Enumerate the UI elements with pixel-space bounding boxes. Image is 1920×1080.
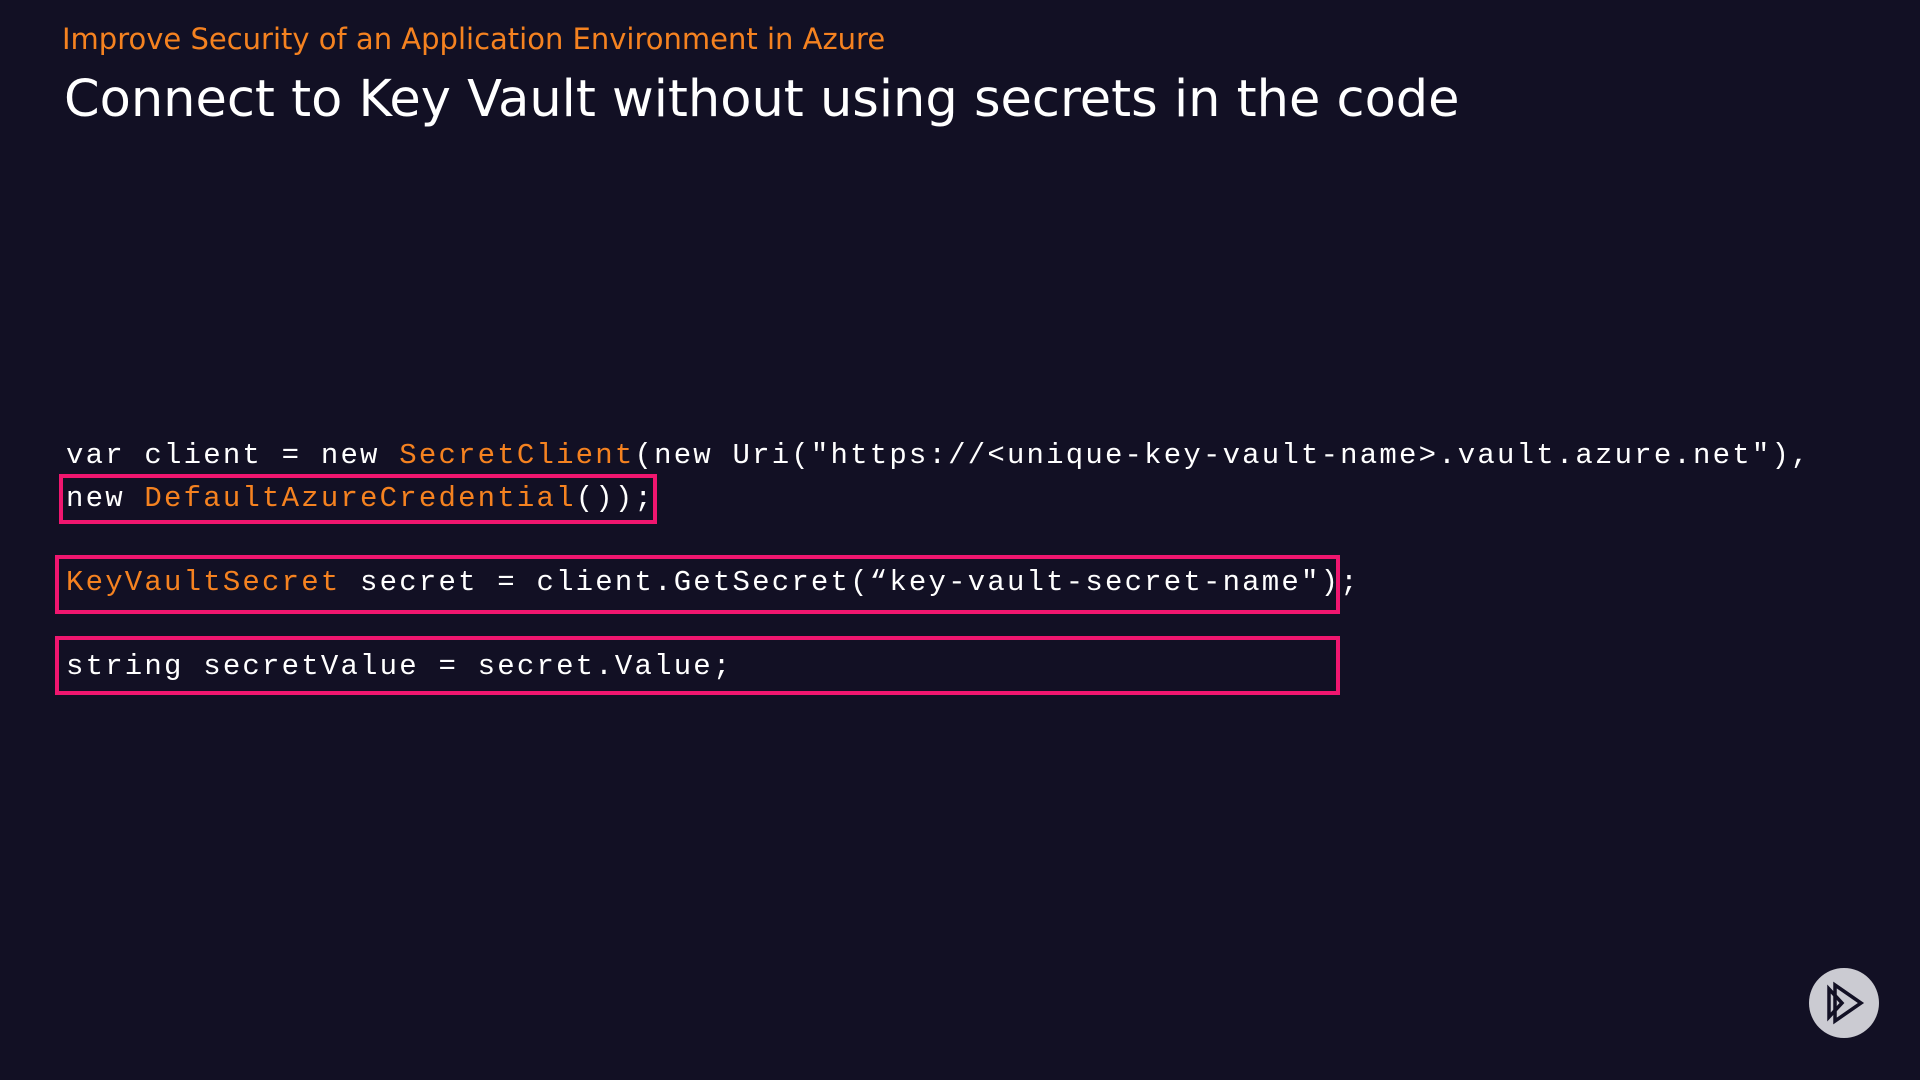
code-line-1: var client = new SecretClient(new Uri("h…	[66, 436, 1811, 476]
code-class-name: SecretClient	[399, 439, 635, 472]
slide-title: Connect to Key Vault without using secre…	[64, 70, 1460, 129]
code-text: (new Uri("https://<unique-key-vault-name…	[634, 439, 1811, 472]
course-title: Improve Security of an Application Envir…	[62, 22, 886, 56]
highlight-box-secret-value	[55, 636, 1340, 695]
play-icon	[1827, 981, 1865, 1025]
code-text: var client = new	[66, 439, 400, 472]
highlight-box-credential	[59, 474, 657, 524]
pluralsight-play-icon[interactable]	[1809, 968, 1879, 1038]
highlight-box-get-secret	[55, 555, 1340, 614]
